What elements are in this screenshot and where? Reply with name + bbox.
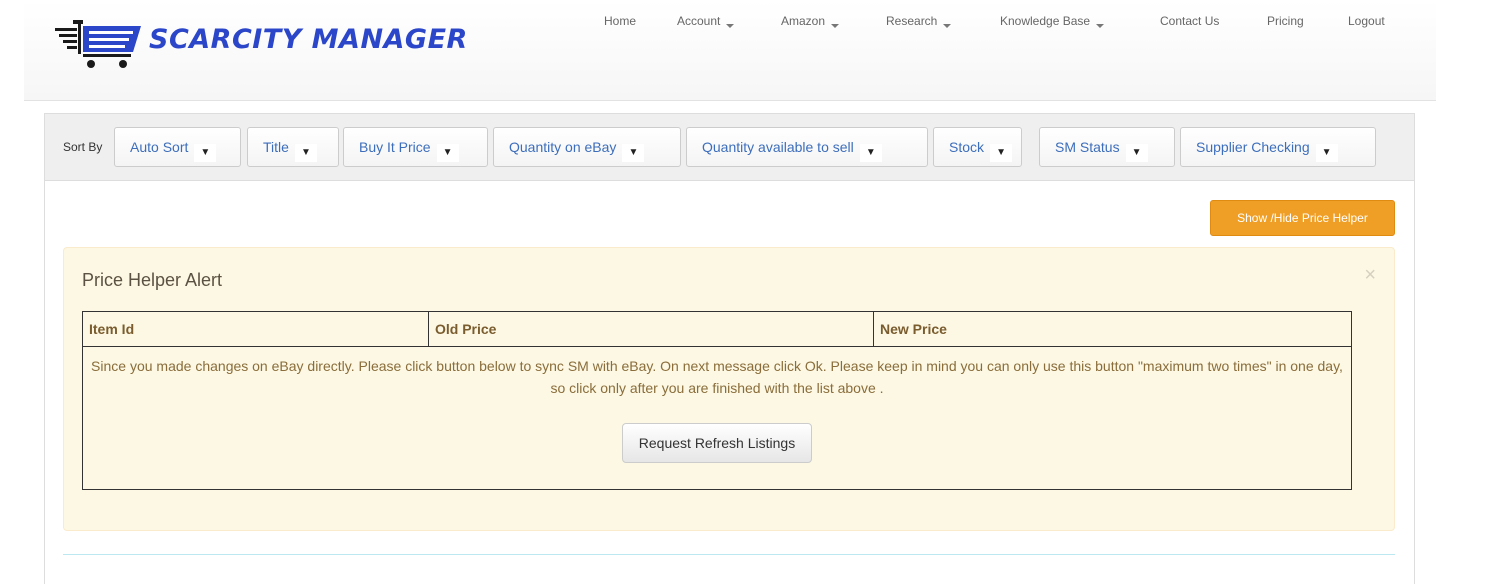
nav-home[interactable]: Home [604,14,636,28]
nav-amazon[interactable]: Amazon [781,14,840,28]
dropdown-arrow-icon: ▼ [294,144,317,162]
nav-research-label: Research [886,14,938,28]
sort-supplier-checking-button[interactable]: Supplier Checking ▼ [1180,127,1376,167]
dropdown-arrow-icon: ▼ [1125,144,1148,162]
sync-message: Since you made changes on eBay directly.… [91,358,1343,396]
sort-button-label: Stock [949,139,985,155]
nav-pricing[interactable]: Pricing [1267,14,1304,28]
column-header-item-id: Item Id [82,311,429,347]
sort-by-label: Sort By [63,140,103,154]
sort-quantity-available-button[interactable]: Quantity available to sell ▼ [686,127,928,167]
nav-account[interactable]: Account [677,14,735,28]
column-header-old-price: Old Price [428,311,874,347]
caret-down-icon [1096,24,1105,28]
main-nav: Home Account Amazon Research Knowledge B… [24,14,1436,34]
sort-stock-button[interactable]: Stock ▼ [933,127,1022,167]
sort-button-label: Quantity available to sell [702,139,854,155]
sort-button-label: Supplier Checking [1196,139,1310,155]
nav-research[interactable]: Research [886,14,952,28]
sort-quantity-on-ebay-button[interactable]: Quantity on eBay ▼ [493,127,681,167]
sync-message-cell: Since you made changes on eBay directly.… [82,346,1352,490]
nav-pricing-label: Pricing [1267,14,1304,28]
dropdown-arrow-icon: ▼ [859,144,882,162]
price-helper-alert: Price Helper Alert × Item Id Old Price N… [63,247,1395,531]
toggle-price-helper-button[interactable]: Show /Hide Price Helper [1210,200,1395,236]
sort-bar: Sort By Auto Sort ▼ Title ▼ Buy It Price ▼ … [45,114,1414,181]
table-row: Since you made changes on eBay directly.… [82,346,1352,490]
nav-account-label: Account [677,14,721,28]
sort-title-button[interactable]: Title ▼ [247,127,339,167]
dropdown-arrow-icon: ▼ [436,144,459,162]
caret-down-icon [726,24,735,28]
alert-title: Price Helper Alert [82,270,223,290]
dropdown-arrow-icon: ▼ [990,144,1013,162]
sort-button-label: Quantity on eBay [509,139,617,155]
nav-logout[interactable]: Logout [1348,14,1385,28]
sort-auto-sort-button[interactable]: Auto Sort ▼ [114,127,241,167]
sort-button-label: Title [263,139,289,155]
dropdown-arrow-icon: ▼ [194,144,217,162]
column-header-new-price: New Price [873,311,1352,347]
sort-button-label: Buy It Price [359,139,431,155]
sort-button-label: SM Status [1055,139,1120,155]
close-icon[interactable]: × [1364,264,1376,287]
nav-knowledge-base[interactable]: Knowledge Base [1000,14,1105,28]
info-panel-border [63,554,1395,555]
nav-contact-us-label: Contact Us [1160,14,1220,28]
request-refresh-listings-button[interactable]: Request Refresh Listings [621,423,813,463]
site-header: SCARCITY MANAGER Home Account Amazon Res… [24,0,1436,101]
nav-amazon-label: Amazon [781,14,826,28]
sort-button-label: Auto Sort [130,139,189,155]
nav-logout-label: Logout [1348,14,1385,28]
sort-sm-status-button[interactable]: SM Status ▼ [1039,127,1175,167]
nav-contact-us[interactable]: Contact Us [1160,14,1219,28]
caret-down-icon [943,24,952,28]
caret-down-icon [831,24,840,28]
dropdown-arrow-icon: ▼ [1315,144,1338,162]
table-header-row: Item Id Old Price New Price [82,311,1352,347]
dropdown-arrow-icon: ▼ [622,144,645,162]
nav-knowledge-base-label: Knowledge Base [1000,14,1091,28]
listings-panel: Sort By Auto Sort ▼ Title ▼ Buy It Price ▼ … [44,113,1415,584]
nav-home-label: Home [604,14,637,28]
sort-buy-it-price-button[interactable]: Buy It Price ▼ [343,127,488,167]
price-helper-table: Item Id Old Price New Price Since you ma… [82,311,1352,490]
